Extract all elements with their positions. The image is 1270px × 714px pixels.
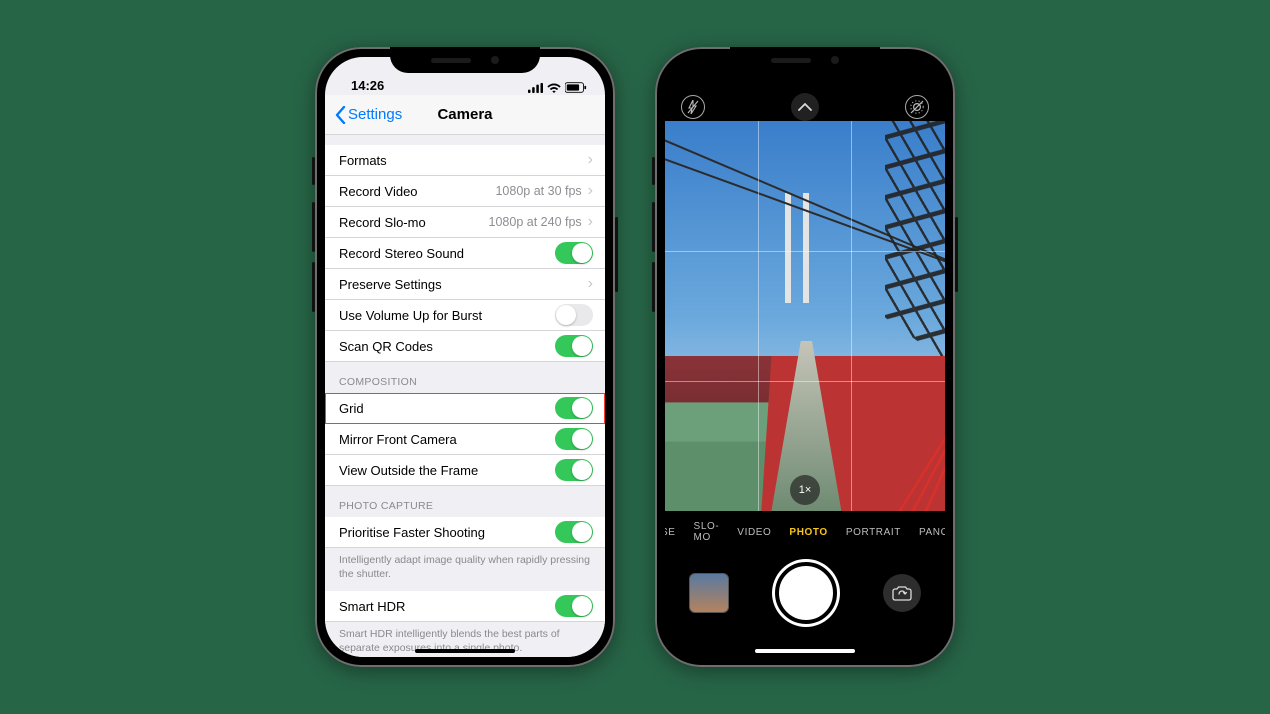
back-button[interactable]: Settings <box>335 106 402 124</box>
mode-pano[interactable]: PANO <box>919 527 945 538</box>
phone-camera: 1× SE SLO-MO VIDEO PHOTO PORTRAIT PANO <box>655 47 955 667</box>
notch <box>730 47 880 73</box>
row-label: View Outside the Frame <box>339 463 555 478</box>
chevron-right-icon: › <box>588 152 593 168</box>
toggle-volume-burst[interactable] <box>555 304 593 326</box>
home-indicator[interactable] <box>755 649 855 653</box>
toggle-hdr[interactable] <box>555 595 593 617</box>
section-header-composition: COMPOSITION <box>325 362 605 393</box>
chevron-right-icon: › <box>588 183 593 199</box>
toggle-outside[interactable] <box>555 459 593 481</box>
camera-viewfinder[interactable]: 1× <box>665 121 945 511</box>
row-label: Record Slo-mo <box>339 215 489 230</box>
mode-timelapse[interactable]: SE <box>665 527 676 538</box>
chevron-right-icon: › <box>588 276 593 292</box>
row-stereo-sound: Record Stereo Sound <box>325 238 605 269</box>
row-preserve-settings[interactable]: Preserve Settings › <box>325 269 605 300</box>
toggle-faster[interactable] <box>555 521 593 543</box>
toggle-qr[interactable] <box>555 335 593 357</box>
section-header-capture: PHOTO CAPTURE <box>325 486 605 517</box>
status-icons <box>528 82 587 93</box>
row-label: Grid <box>339 401 555 416</box>
camera-top-bar <box>665 93 945 121</box>
row-scan-qr: Scan QR Codes <box>325 331 605 362</box>
row-record-video[interactable]: Record Video 1080p at 30 fps › <box>325 176 605 207</box>
mode-photo[interactable]: PHOTO <box>789 527 827 538</box>
camera-flip-icon <box>892 584 912 602</box>
home-indicator[interactable] <box>415 649 515 653</box>
notch <box>390 47 540 73</box>
camera-modes[interactable]: SE SLO-MO VIDEO PHOTO PORTRAIT PANO <box>665 519 945 545</box>
phone-settings: 14:26 Settings Camera Formats › Record V… <box>315 47 615 667</box>
row-mirror-front: Mirror Front Camera <box>325 424 605 455</box>
row-label: Use Volume Up for Burst <box>339 308 555 323</box>
row-view-outside: View Outside the Frame <box>325 455 605 486</box>
row-label: Prioritise Faster Shooting <box>339 525 555 540</box>
mode-slomo[interactable]: SLO-MO <box>694 521 720 543</box>
row-label: Formats <box>339 153 588 168</box>
row-faster-shooting: Prioritise Faster Shooting <box>325 517 605 548</box>
back-label: Settings <box>348 106 402 123</box>
nav-bar: Settings Camera <box>325 95 605 135</box>
row-value: 1080p at 30 fps <box>495 184 581 198</box>
camera-options-toggle[interactable] <box>791 93 819 121</box>
toggle-stereo[interactable] <box>555 242 593 264</box>
last-photo-thumbnail[interactable] <box>689 573 729 613</box>
footer-faster: Intelligently adapt image quality when r… <box>325 548 605 583</box>
row-label: Smart HDR <box>339 599 555 614</box>
mode-portrait[interactable]: PORTRAIT <box>846 527 901 538</box>
mode-video[interactable]: VIDEO <box>737 527 771 538</box>
camera-flip-button[interactable] <box>883 574 921 612</box>
row-record-slomo[interactable]: Record Slo-mo 1080p at 240 fps › <box>325 207 605 238</box>
shutter-button[interactable] <box>775 562 837 624</box>
chevron-left-icon <box>335 106 346 124</box>
chevron-up-icon <box>798 103 812 111</box>
toggle-mirror[interactable] <box>555 428 593 450</box>
zoom-value: 1× <box>799 484 812 496</box>
row-label: Record Stereo Sound <box>339 246 555 261</box>
live-photo-button[interactable] <box>905 95 929 119</box>
row-label: Mirror Front Camera <box>339 432 555 447</box>
row-label: Preserve Settings <box>339 277 588 292</box>
status-time: 14:26 <box>343 78 384 93</box>
row-formats[interactable]: Formats › <box>325 145 605 176</box>
row-value: 1080p at 240 fps <box>489 215 582 229</box>
live-photo-off-icon <box>909 99 925 115</box>
flash-off-icon <box>687 100 699 114</box>
row-volume-burst: Use Volume Up for Burst <box>325 300 605 331</box>
flash-button[interactable] <box>681 95 705 119</box>
row-grid: Grid <box>325 393 605 424</box>
row-smart-hdr: Smart HDR <box>325 591 605 622</box>
settings-content[interactable]: Formats › Record Video 1080p at 30 fps ›… <box>325 135 605 657</box>
camera-bottom-bar <box>665 553 945 633</box>
zoom-button[interactable]: 1× <box>790 475 820 505</box>
row-label: Scan QR Codes <box>339 339 555 354</box>
chevron-right-icon: › <box>588 214 593 230</box>
row-label: Record Video <box>339 184 495 199</box>
toggle-grid[interactable] <box>555 397 593 419</box>
